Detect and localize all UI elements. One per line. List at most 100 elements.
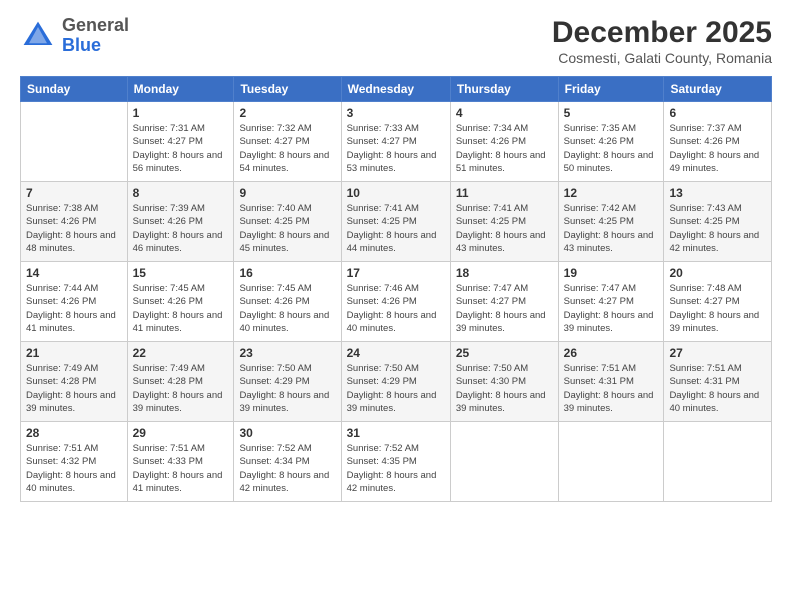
day-info: Sunrise: 7:40 AMSunset: 4:25 PMDaylight:…: [239, 202, 335, 255]
calendar-cell: 31 Sunrise: 7:52 AMSunset: 4:35 PMDaylig…: [341, 422, 450, 502]
day-number: 24: [347, 346, 445, 360]
calendar-cell: 13 Sunrise: 7:43 AMSunset: 4:25 PMDaylig…: [664, 182, 772, 262]
calendar-cell: 17 Sunrise: 7:46 AMSunset: 4:26 PMDaylig…: [341, 262, 450, 342]
calendar-cell: [21, 102, 128, 182]
day-info: Sunrise: 7:41 AMSunset: 4:25 PMDaylight:…: [456, 202, 553, 255]
day-number: 29: [133, 426, 229, 440]
calendar-cell: 7 Sunrise: 7:38 AMSunset: 4:26 PMDayligh…: [21, 182, 128, 262]
day-number: 25: [456, 346, 553, 360]
calendar-cell: 4 Sunrise: 7:34 AMSunset: 4:26 PMDayligh…: [450, 102, 558, 182]
day-number: 4: [456, 106, 553, 120]
day-number: 16: [239, 266, 335, 280]
calendar-cell: 6 Sunrise: 7:37 AMSunset: 4:26 PMDayligh…: [664, 102, 772, 182]
location-subtitle: Cosmesti, Galati County, Romania: [552, 50, 772, 66]
calendar-cell: 14 Sunrise: 7:44 AMSunset: 4:26 PMDaylig…: [21, 262, 128, 342]
day-info: Sunrise: 7:51 AMSunset: 4:32 PMDaylight:…: [26, 442, 122, 495]
calendar-cell: 25 Sunrise: 7:50 AMSunset: 4:30 PMDaylig…: [450, 342, 558, 422]
header: General Blue December 2025 Cosmesti, Gal…: [20, 16, 772, 66]
day-info: Sunrise: 7:46 AMSunset: 4:26 PMDaylight:…: [347, 282, 445, 335]
day-info: Sunrise: 7:38 AMSunset: 4:26 PMDaylight:…: [26, 202, 122, 255]
day-number: 31: [347, 426, 445, 440]
day-info: Sunrise: 7:51 AMSunset: 4:33 PMDaylight:…: [133, 442, 229, 495]
day-info: Sunrise: 7:35 AMSunset: 4:26 PMDaylight:…: [564, 122, 659, 175]
calendar-header-sunday: Sunday: [21, 77, 128, 102]
day-number: 22: [133, 346, 229, 360]
calendar-cell: 21 Sunrise: 7:49 AMSunset: 4:28 PMDaylig…: [21, 342, 128, 422]
day-info: Sunrise: 7:50 AMSunset: 4:29 PMDaylight:…: [239, 362, 335, 415]
day-info: Sunrise: 7:44 AMSunset: 4:26 PMDaylight:…: [26, 282, 122, 335]
day-info: Sunrise: 7:47 AMSunset: 4:27 PMDaylight:…: [456, 282, 553, 335]
calendar-week-row: 21 Sunrise: 7:49 AMSunset: 4:28 PMDaylig…: [21, 342, 772, 422]
day-info: Sunrise: 7:31 AMSunset: 4:27 PMDaylight:…: [133, 122, 229, 175]
calendar-cell: 28 Sunrise: 7:51 AMSunset: 4:32 PMDaylig…: [21, 422, 128, 502]
day-number: 10: [347, 186, 445, 200]
calendar-cell: 12 Sunrise: 7:42 AMSunset: 4:25 PMDaylig…: [558, 182, 664, 262]
calendar-cell: 11 Sunrise: 7:41 AMSunset: 4:25 PMDaylig…: [450, 182, 558, 262]
day-number: 23: [239, 346, 335, 360]
day-number: 18: [456, 266, 553, 280]
day-number: 9: [239, 186, 335, 200]
calendar-cell: 30 Sunrise: 7:52 AMSunset: 4:34 PMDaylig…: [234, 422, 341, 502]
day-info: Sunrise: 7:51 AMSunset: 4:31 PMDaylight:…: [669, 362, 766, 415]
calendar-week-row: 28 Sunrise: 7:51 AMSunset: 4:32 PMDaylig…: [21, 422, 772, 502]
calendar-header-wednesday: Wednesday: [341, 77, 450, 102]
day-number: 5: [564, 106, 659, 120]
day-info: Sunrise: 7:50 AMSunset: 4:30 PMDaylight:…: [456, 362, 553, 415]
calendar-cell: 18 Sunrise: 7:47 AMSunset: 4:27 PMDaylig…: [450, 262, 558, 342]
calendar-cell: 15 Sunrise: 7:45 AMSunset: 4:26 PMDaylig…: [127, 262, 234, 342]
calendar-cell: 27 Sunrise: 7:51 AMSunset: 4:31 PMDaylig…: [664, 342, 772, 422]
day-info: Sunrise: 7:50 AMSunset: 4:29 PMDaylight:…: [347, 362, 445, 415]
calendar-header-row: SundayMondayTuesdayWednesdayThursdayFrid…: [21, 77, 772, 102]
day-number: 19: [564, 266, 659, 280]
logo-general: General: [62, 15, 129, 35]
day-number: 30: [239, 426, 335, 440]
day-info: Sunrise: 7:51 AMSunset: 4:31 PMDaylight:…: [564, 362, 659, 415]
logo-icon: [20, 18, 56, 54]
day-info: Sunrise: 7:52 AMSunset: 4:35 PMDaylight:…: [347, 442, 445, 495]
calendar-cell: 10 Sunrise: 7:41 AMSunset: 4:25 PMDaylig…: [341, 182, 450, 262]
calendar-header-tuesday: Tuesday: [234, 77, 341, 102]
day-number: 14: [26, 266, 122, 280]
calendar-table: SundayMondayTuesdayWednesdayThursdayFrid…: [20, 76, 772, 502]
day-info: Sunrise: 7:37 AMSunset: 4:26 PMDaylight:…: [669, 122, 766, 175]
calendar-cell: [558, 422, 664, 502]
day-number: 2: [239, 106, 335, 120]
logo-text: General Blue: [62, 16, 129, 56]
day-info: Sunrise: 7:48 AMSunset: 4:27 PMDaylight:…: [669, 282, 766, 335]
calendar-cell: [664, 422, 772, 502]
calendar-cell: 19 Sunrise: 7:47 AMSunset: 4:27 PMDaylig…: [558, 262, 664, 342]
day-info: Sunrise: 7:43 AMSunset: 4:25 PMDaylight:…: [669, 202, 766, 255]
calendar-header-monday: Monday: [127, 77, 234, 102]
day-number: 13: [669, 186, 766, 200]
calendar-cell: 5 Sunrise: 7:35 AMSunset: 4:26 PMDayligh…: [558, 102, 664, 182]
logo: General Blue: [20, 16, 129, 56]
calendar-header-saturday: Saturday: [664, 77, 772, 102]
calendar-week-row: 14 Sunrise: 7:44 AMSunset: 4:26 PMDaylig…: [21, 262, 772, 342]
day-info: Sunrise: 7:33 AMSunset: 4:27 PMDaylight:…: [347, 122, 445, 175]
day-number: 26: [564, 346, 659, 360]
day-info: Sunrise: 7:42 AMSunset: 4:25 PMDaylight:…: [564, 202, 659, 255]
calendar-cell: 9 Sunrise: 7:40 AMSunset: 4:25 PMDayligh…: [234, 182, 341, 262]
day-info: Sunrise: 7:45 AMSunset: 4:26 PMDaylight:…: [239, 282, 335, 335]
calendar-cell: 16 Sunrise: 7:45 AMSunset: 4:26 PMDaylig…: [234, 262, 341, 342]
day-info: Sunrise: 7:32 AMSunset: 4:27 PMDaylight:…: [239, 122, 335, 175]
calendar-cell: 2 Sunrise: 7:32 AMSunset: 4:27 PMDayligh…: [234, 102, 341, 182]
day-number: 15: [133, 266, 229, 280]
calendar-cell: 1 Sunrise: 7:31 AMSunset: 4:27 PMDayligh…: [127, 102, 234, 182]
calendar-cell: 8 Sunrise: 7:39 AMSunset: 4:26 PMDayligh…: [127, 182, 234, 262]
day-info: Sunrise: 7:52 AMSunset: 4:34 PMDaylight:…: [239, 442, 335, 495]
calendar-week-row: 1 Sunrise: 7:31 AMSunset: 4:27 PMDayligh…: [21, 102, 772, 182]
day-number: 3: [347, 106, 445, 120]
calendar-cell: 22 Sunrise: 7:49 AMSunset: 4:28 PMDaylig…: [127, 342, 234, 422]
day-number: 17: [347, 266, 445, 280]
calendar-cell: 24 Sunrise: 7:50 AMSunset: 4:29 PMDaylig…: [341, 342, 450, 422]
day-number: 7: [26, 186, 122, 200]
day-number: 20: [669, 266, 766, 280]
calendar-header-thursday: Thursday: [450, 77, 558, 102]
day-info: Sunrise: 7:49 AMSunset: 4:28 PMDaylight:…: [26, 362, 122, 415]
day-info: Sunrise: 7:34 AMSunset: 4:26 PMDaylight:…: [456, 122, 553, 175]
page: General Blue December 2025 Cosmesti, Gal…: [0, 0, 792, 612]
calendar-cell: 26 Sunrise: 7:51 AMSunset: 4:31 PMDaylig…: [558, 342, 664, 422]
calendar-cell: 23 Sunrise: 7:50 AMSunset: 4:29 PMDaylig…: [234, 342, 341, 422]
calendar-cell: [450, 422, 558, 502]
